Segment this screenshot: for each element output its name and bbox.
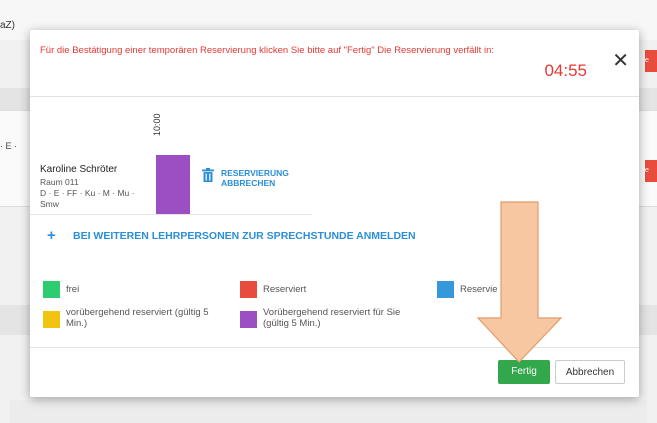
close-icon[interactable]: ✕: [612, 51, 629, 71]
legend-swatch-reserved: [240, 281, 257, 298]
teacher-name: Karoline Schröter: [40, 164, 118, 175]
legend-label-temporary: vorübergehend reserviert (gültig 5 Min.): [66, 307, 209, 329]
reserved-slot[interactable]: [156, 155, 190, 214]
slot-time-label: 10:00: [152, 113, 162, 136]
background-red-button[interactable]: e: [645, 50, 657, 72]
legend-label-reserved-self: Reservie e: [460, 284, 527, 295]
confirmation-message: Für die Bestätigung einer temporären Res…: [40, 45, 494, 56]
background-red-button[interactable]: e: [645, 160, 657, 182]
legend-label-free: frei: [66, 284, 80, 295]
legend-swatch-temporary: [43, 311, 60, 328]
dialog-header: Für die Bestätigung einer temporären Res…: [30, 30, 639, 97]
background-title: aZ): [0, 20, 15, 31]
reservation-dialog: Für die Bestätigung einer temporären Res…: [30, 30, 639, 397]
register-more-teachers-link[interactable]: BEI WEITEREN LEHRPERSONEN ZUR SPRECHSTUN…: [73, 230, 416, 242]
cancel-button[interactable]: Abbrechen: [555, 360, 625, 384]
cancel-reservation-link[interactable]: RESERVIERUNG ABBRECHEN: [221, 168, 301, 188]
plus-icon[interactable]: +: [47, 227, 56, 244]
legend-label-temporary-self: Vorübergehend reserviert für Sie (gültig…: [263, 307, 401, 329]
legend-label-reserved: Reserviert: [263, 284, 307, 295]
teacher-room: Raum 011: [40, 177, 79, 187]
background-side-text: · E ·: [0, 141, 17, 151]
done-button[interactable]: Fertig: [498, 360, 550, 384]
legend-swatch-free: [43, 281, 60, 298]
countdown-timer: 04:55: [544, 61, 587, 80]
background-footer: [10, 400, 647, 423]
teacher-subjects: D · E · FF · Ku · M · Mu · Smw: [40, 188, 135, 209]
legend-swatch-reserved-self: [437, 281, 454, 298]
trash-icon[interactable]: [202, 168, 214, 182]
schedule-divider: [30, 214, 312, 215]
legend-swatch-temporary-self: [240, 311, 257, 328]
